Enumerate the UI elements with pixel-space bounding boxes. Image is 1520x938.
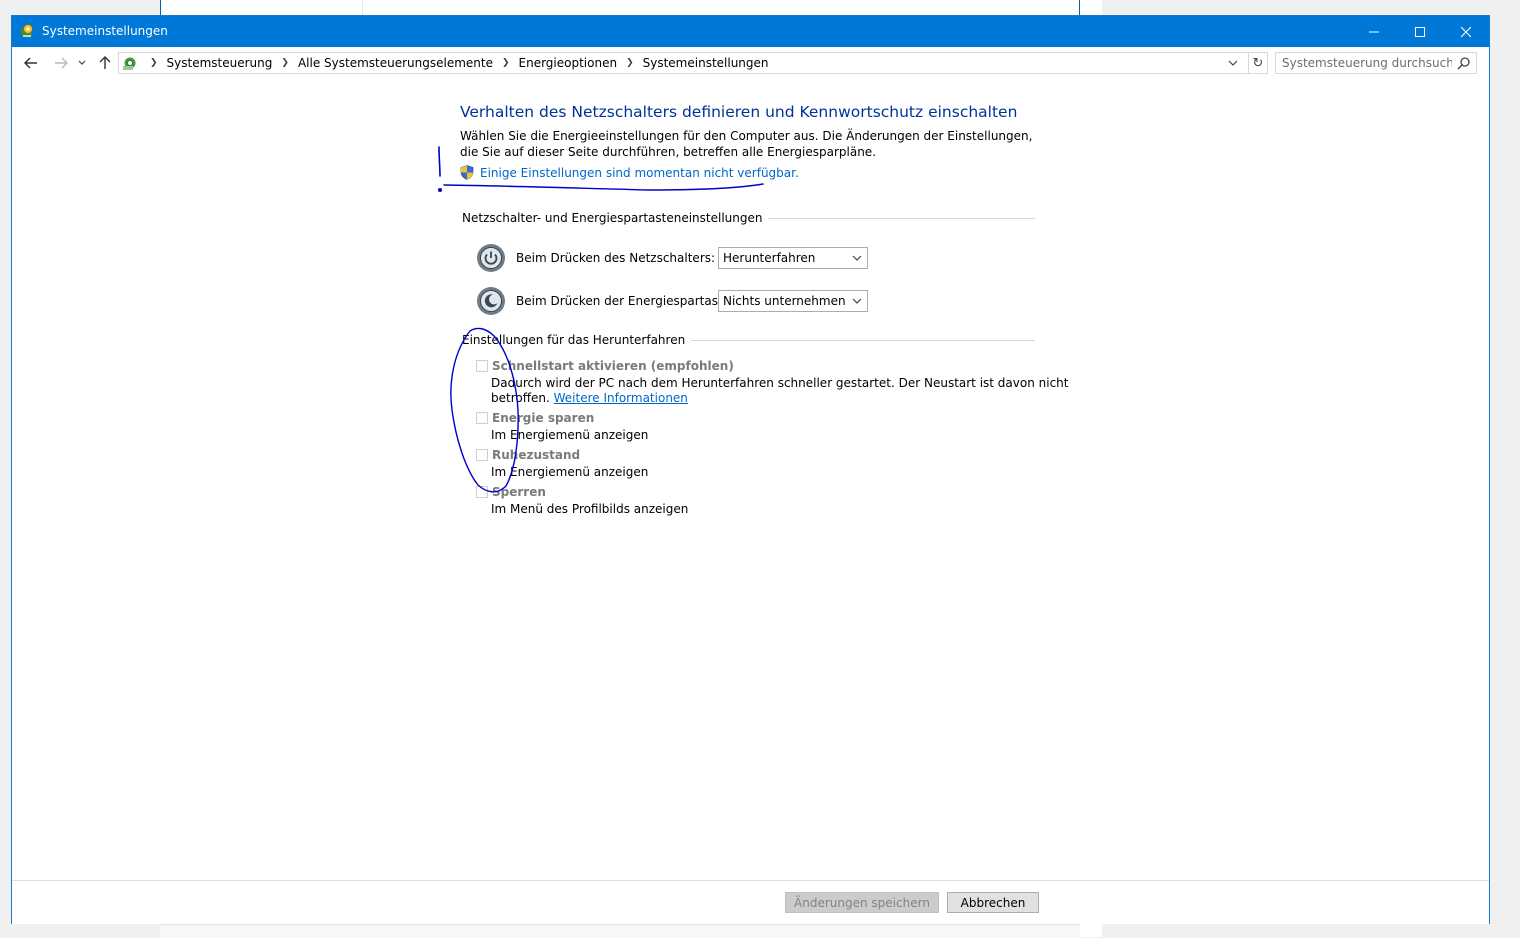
fast-startup-desc-line1: Dadurch wird der PC nach dem Herunterfah… [491,376,1069,390]
main-content: Verhalten des Netzschalters definieren u… [12,79,1489,879]
minimize-icon [1369,31,1379,32]
navigation-bar: ❯ Systemsteuerung ❯ Alle Systemsteuerung… [12,47,1489,79]
lock-description: Im Menü des Profilbilds anzeigen [491,502,689,516]
save-changes-button[interactable]: Änderungen speichern [785,892,939,913]
chevron-right-icon[interactable]: ❯ [626,58,634,68]
fast-startup-desc-line2: betroffen. [491,391,550,405]
breadcrumb-systemeinstellungen[interactable]: Systemeinstellungen [643,56,769,70]
sleep-icon [477,287,505,315]
title-bar[interactable]: Systemeinstellungen [12,16,1489,47]
lock-label: Sperren [492,485,546,499]
button-settings-section: Netzschalter- und Energiespartasteneinst… [462,210,1035,226]
control-panel-icon [21,24,33,37]
background-window-border [160,0,161,16]
refresh-icon: ↻ [1252,55,1264,71]
up-button[interactable] [96,54,114,72]
power-button-row: Beim Drücken des Netzschalters: Herunter… [476,242,868,274]
sleep-checkbox[interactable] [476,412,488,424]
sleep-button-label: Beim Drücken der Energiespartaste: [516,294,735,308]
hibernate-label: Ruhezustand [492,448,581,462]
background-window-footer [160,924,1080,938]
window-title: Systemeinstellungen [42,24,168,38]
chevron-down-icon[interactable] [1226,56,1240,70]
divider [691,339,1035,341]
power-button-value: Herunterfahren [723,251,816,265]
breadcrumb: ❯ Systemsteuerung ❯ Alle Systemsteuerung… [141,56,769,70]
power-button-label: Beim Drücken des Netzschalters: [516,251,716,265]
search-box[interactable] [1275,52,1477,74]
unavailable-settings-link[interactable]: Einige Einstellungen sind momentan nicht… [480,166,799,180]
power-button-select[interactable]: Herunterfahren [718,247,868,269]
sleep-button-value: Nichts unternehmen [723,294,846,308]
address-bar[interactable]: ❯ Systemsteuerung ❯ Alle Systemsteuerung… [118,52,1268,74]
fast-startup-label: Schnellstart aktivieren (empfohlen) [492,359,734,373]
arrow-up-icon [99,56,111,69]
more-info-link[interactable]: Weitere Informationen [554,391,688,405]
arrow-left-icon [24,57,37,69]
refresh-button[interactable]: ↻ [1248,52,1268,74]
hibernate-checkbox[interactable] [476,449,488,461]
forward-button[interactable] [52,54,70,72]
breadcrumb-energieoptionen[interactable]: Energieoptionen [519,56,618,70]
maximize-icon [1415,26,1425,37]
shutdown-settings-section: Einstellungen für das Herunterfahren [462,332,1035,348]
uac-shield-icon [460,165,474,180]
minimize-button[interactable] [1351,16,1397,47]
sleep-button-row: Beim Drücken der Energiespartaste: Nicht… [476,285,868,317]
chevron-down-icon [852,255,862,261]
hibernate-description: Im Energiemenü anzeigen [491,465,649,479]
section-label: Einstellungen für das Herunterfahren [462,333,692,347]
divider [768,217,1035,219]
chevron-right-icon: ❯ [150,58,158,68]
background-window-border [1079,0,1080,16]
fast-startup-description: Dadurch wird der PC nach dem Herunterfah… [491,376,1069,406]
page-title: Verhalten des Netzschalters definieren u… [460,103,1018,121]
sleep-description: Im Energiemenü anzeigen [491,428,649,442]
section-label: Netzschalter- und Energiespartasteneinst… [462,211,769,225]
fast-startup-checkbox[interactable] [476,360,488,372]
page-description: Wählen Sie die Energieeinstellungen für … [460,129,1033,159]
close-button[interactable] [1443,16,1489,47]
unavailable-settings: Einige Einstellungen sind momentan nicht… [460,165,799,180]
cancel-button[interactable]: Abbrechen [947,892,1039,913]
power-icon [477,244,505,272]
search-input[interactable] [1282,55,1452,71]
lock-checkbox[interactable] [476,486,488,498]
sleep-label: Energie sparen [492,411,595,425]
chevron-down-icon [852,298,862,304]
footer-bar: Änderungen speichern Abbrechen [12,880,1489,924]
chevron-down-icon [78,60,86,65]
maximize-button[interactable] [1397,16,1443,47]
control-panel-window: Systemeinstellungen ❯ Systemsteuerung ❯ … [11,15,1490,924]
breadcrumb-systemsteuerung[interactable]: Systemsteuerung [167,56,273,70]
search-icon[interactable] [1456,56,1471,71]
control-panel-icon [123,57,136,70]
breadcrumb-alle-elemente[interactable]: Alle Systemsteuerungselemente [298,56,493,70]
sleep-button-select[interactable]: Nichts unternehmen [718,290,868,312]
back-button[interactable] [22,54,40,72]
recent-locations-button[interactable] [75,54,89,72]
close-icon [1461,26,1471,37]
arrow-right-icon [55,57,68,69]
chevron-right-icon[interactable]: ❯ [502,58,510,68]
background-window-pane [362,0,1081,16]
chevron-right-icon[interactable]: ❯ [281,58,289,68]
